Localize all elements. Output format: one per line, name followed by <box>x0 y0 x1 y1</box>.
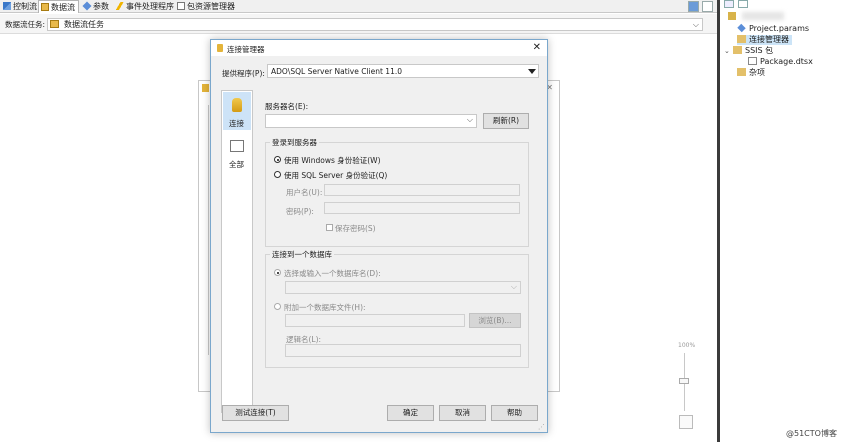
zoom-slider-thumb[interactable] <box>679 378 689 384</box>
tree-item-project-params[interactable]: Project.params <box>737 23 809 34</box>
dialog-title-bar: 连接管理器 ✕ <box>211 40 547 56</box>
help-button[interactable]: 帮助 <box>491 405 538 421</box>
data-flow-icon <box>50 20 59 28</box>
test-connection-button[interactable]: 测试连接(T) <box>222 405 289 421</box>
folder-icon <box>733 46 742 54</box>
all-properties-icon <box>230 140 244 152</box>
nav-item-all[interactable]: 全部 <box>223 137 251 173</box>
nav-panel: 连接 全部 <box>221 90 253 413</box>
data-flow-icon <box>41 3 49 11</box>
chevron-down-icon: ⌵ <box>510 282 517 291</box>
save-password-checkbox[interactable] <box>326 224 333 231</box>
folder-icon <box>737 35 746 43</box>
dialog-body: 提供程序(P): ADO\SQL Server Native Client 11… <box>211 56 547 432</box>
package-explorer-icon <box>177 2 185 10</box>
tab-event-handlers[interactable]: 事件处理程序 <box>114 0 177 13</box>
password-label: 密码(P): <box>286 207 314 216</box>
dialog-icon <box>217 44 223 52</box>
sql-auth-radio[interactable] <box>274 171 281 178</box>
chevron-down-icon[interactable]: ⌄ <box>724 46 733 56</box>
select-database-label[interactable]: 选择或输入一个数据库名(D): <box>284 268 381 279</box>
database-name-combo[interactable]: ⌵ <box>285 281 521 294</box>
dataflow-task-label: 数据流任务: <box>5 20 46 29</box>
explorer-toolbar-icon[interactable] <box>724 0 734 8</box>
toolbar-zoom-button[interactable] <box>702 1 713 12</box>
tab-control-flow[interactable]: 控制流 <box>1 0 40 13</box>
attach-database-radio[interactable] <box>274 303 281 310</box>
username-label: 用户名(U): <box>286 188 323 197</box>
select-database-radio[interactable] <box>274 269 281 276</box>
tab-package-explorer[interactable]: 包资源管理器 <box>175 0 238 13</box>
windows-auth-radio[interactable] <box>274 156 281 163</box>
ok-button[interactable]: 确定 <box>387 405 434 421</box>
provider-label: 提供程序(P): <box>222 69 265 78</box>
solution-explorer: Project.params 连接管理器 ⌄ SSIS 包 Package.dts… <box>720 0 849 442</box>
background-dialog-icon <box>202 84 209 92</box>
refresh-button[interactable]: 刷新(R) <box>483 113 529 129</box>
dialog-title: 连接管理器 <box>227 45 265 54</box>
tab-parameters[interactable]: 参数 <box>81 0 112 13</box>
cancel-button[interactable]: 取消 <box>439 405 486 421</box>
sql-auth-label[interactable]: 使用 SQL Server 身份验证(Q) <box>284 170 387 181</box>
folder-icon <box>737 68 746 76</box>
event-handler-icon <box>116 2 124 10</box>
connection-icon <box>232 98 242 112</box>
watermark: @51CTO博客 <box>786 429 837 438</box>
resize-grip-icon[interactable]: ⋰ <box>538 423 545 431</box>
connection-manager-dialog: 连接管理器 ✕ 提供程序(P): ADO\SQL Server Native C… <box>210 39 548 433</box>
nav-item-connection[interactable]: 连接 <box>223 92 251 130</box>
database-file-input[interactable] <box>285 314 465 327</box>
params-icon <box>737 23 746 33</box>
designer-tab-strip: 控制流 数据流 参数 事件处理程序 包资源管理器 <box>0 0 717 13</box>
tree-item-connection-managers[interactable]: 连接管理器 <box>737 35 792 45</box>
username-input[interactable] <box>324 184 520 196</box>
server-name-label: 服务器名(E): <box>265 102 309 111</box>
browse-button[interactable]: 浏览(B)... <box>469 313 521 328</box>
tab-data-flow[interactable]: 数据流 <box>38 0 79 13</box>
project-name-blurred <box>742 12 784 20</box>
project-icon <box>728 12 736 20</box>
save-password-label: 保存密码(S) <box>335 224 376 233</box>
tree-item-misc[interactable]: 杂项 <box>737 68 765 78</box>
dropdown-arrow-icon <box>528 69 536 74</box>
server-name-combo[interactable]: ⌵ <box>265 114 477 128</box>
chevron-down-icon: ⌵ <box>466 115 473 124</box>
explorer-settings-icon[interactable] <box>738 0 748 8</box>
control-flow-icon <box>3 2 11 10</box>
dataflow-task-combo[interactable]: 数据流任务 ⌵ <box>47 18 703 31</box>
attach-database-label[interactable]: 附加一个数据库文件(H): <box>284 302 366 313</box>
tree-item-ssis-packages[interactable]: ⌄ SSIS 包 <box>724 46 773 56</box>
tree-item-package[interactable]: Package.dtsx <box>748 57 813 67</box>
close-icon[interactable]: ✕ <box>533 42 541 53</box>
toolbar-variables-button[interactable] <box>688 1 699 12</box>
zoom-label: 100% <box>678 342 696 349</box>
parameters-icon <box>82 1 92 11</box>
password-input[interactable] <box>324 202 520 214</box>
windows-auth-label[interactable]: 使用 Windows 身份验证(W) <box>284 155 381 166</box>
package-file-icon <box>748 57 757 65</box>
provider-select[interactable]: ADO\SQL Server Native Client 11.0 <box>267 64 539 78</box>
zoom-fit-icon[interactable] <box>679 415 693 429</box>
logical-name-input[interactable] <box>285 344 521 357</box>
chevron-down-icon: ⌵ <box>692 20 699 29</box>
